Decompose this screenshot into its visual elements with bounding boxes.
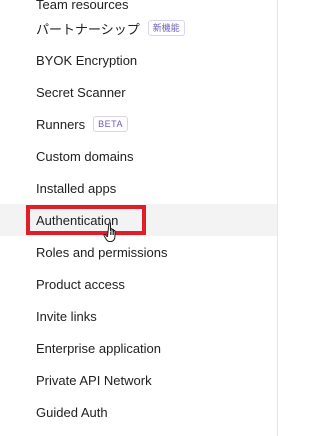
sidebar-item-runners[interactable]: Runners BETA [0,108,277,140]
hand-pointer-icon [103,222,116,242]
sidebar-item-label: Product access [36,276,125,292]
sidebar-item-label: Runners [36,116,86,132]
sidebar-item-label: Guided Auth [36,404,108,420]
sidebar-item-label: BYOK Encryption [36,52,138,68]
sidebar-item-invite-links[interactable]: Invite links [0,300,277,332]
sidebar-item-private-api-network[interactable]: Private API Network [0,364,277,396]
settings-sidebar: Team resources パートナーシップ 新機能 BYOK Encrypt… [0,0,279,436]
sidebar-item-label: Enterprise application [36,340,162,356]
sidebar-item-product-access[interactable]: Product access [0,268,277,300]
new-feature-badge: 新機能 [147,20,185,36]
sidebar-item-enterprise-application[interactable]: Enterprise application [0,332,277,364]
sidebar-item-partnership[interactable]: パートナーシップ 新機能 [0,12,277,44]
sidebar-item-label: パートナーシップ [36,21,140,37]
sidebar-item-installed-apps[interactable]: Installed apps [0,172,277,204]
sidebar-item-secret-scanner[interactable]: Secret Scanner [0,76,277,108]
sidebar-item-label: Secret Scanner [36,84,126,100]
sidebar-item-byok-encryption[interactable]: BYOK Encryption [0,44,277,76]
sidebar-item-guided-auth[interactable]: Guided Auth [0,396,277,428]
sidebar-item-label: Custom domains [36,148,134,164]
sidebar-divider [277,0,278,436]
sidebar-item-label: Team resources [36,0,129,12]
sidebar-item-authentication[interactable]: Authentication [0,204,277,236]
sidebar-item-label: Installed apps [36,180,117,196]
sidebar-item-label: Private API Network [36,372,152,388]
sidebar-item-label: Roles and permissions [36,244,168,260]
sidebar-item-label: Invite links [36,308,97,324]
sidebar-item-custom-domains[interactable]: Custom domains [0,140,277,172]
sidebar-item-roles-and-permissions[interactable]: Roles and permissions [0,236,277,268]
beta-badge: BETA [93,116,128,132]
